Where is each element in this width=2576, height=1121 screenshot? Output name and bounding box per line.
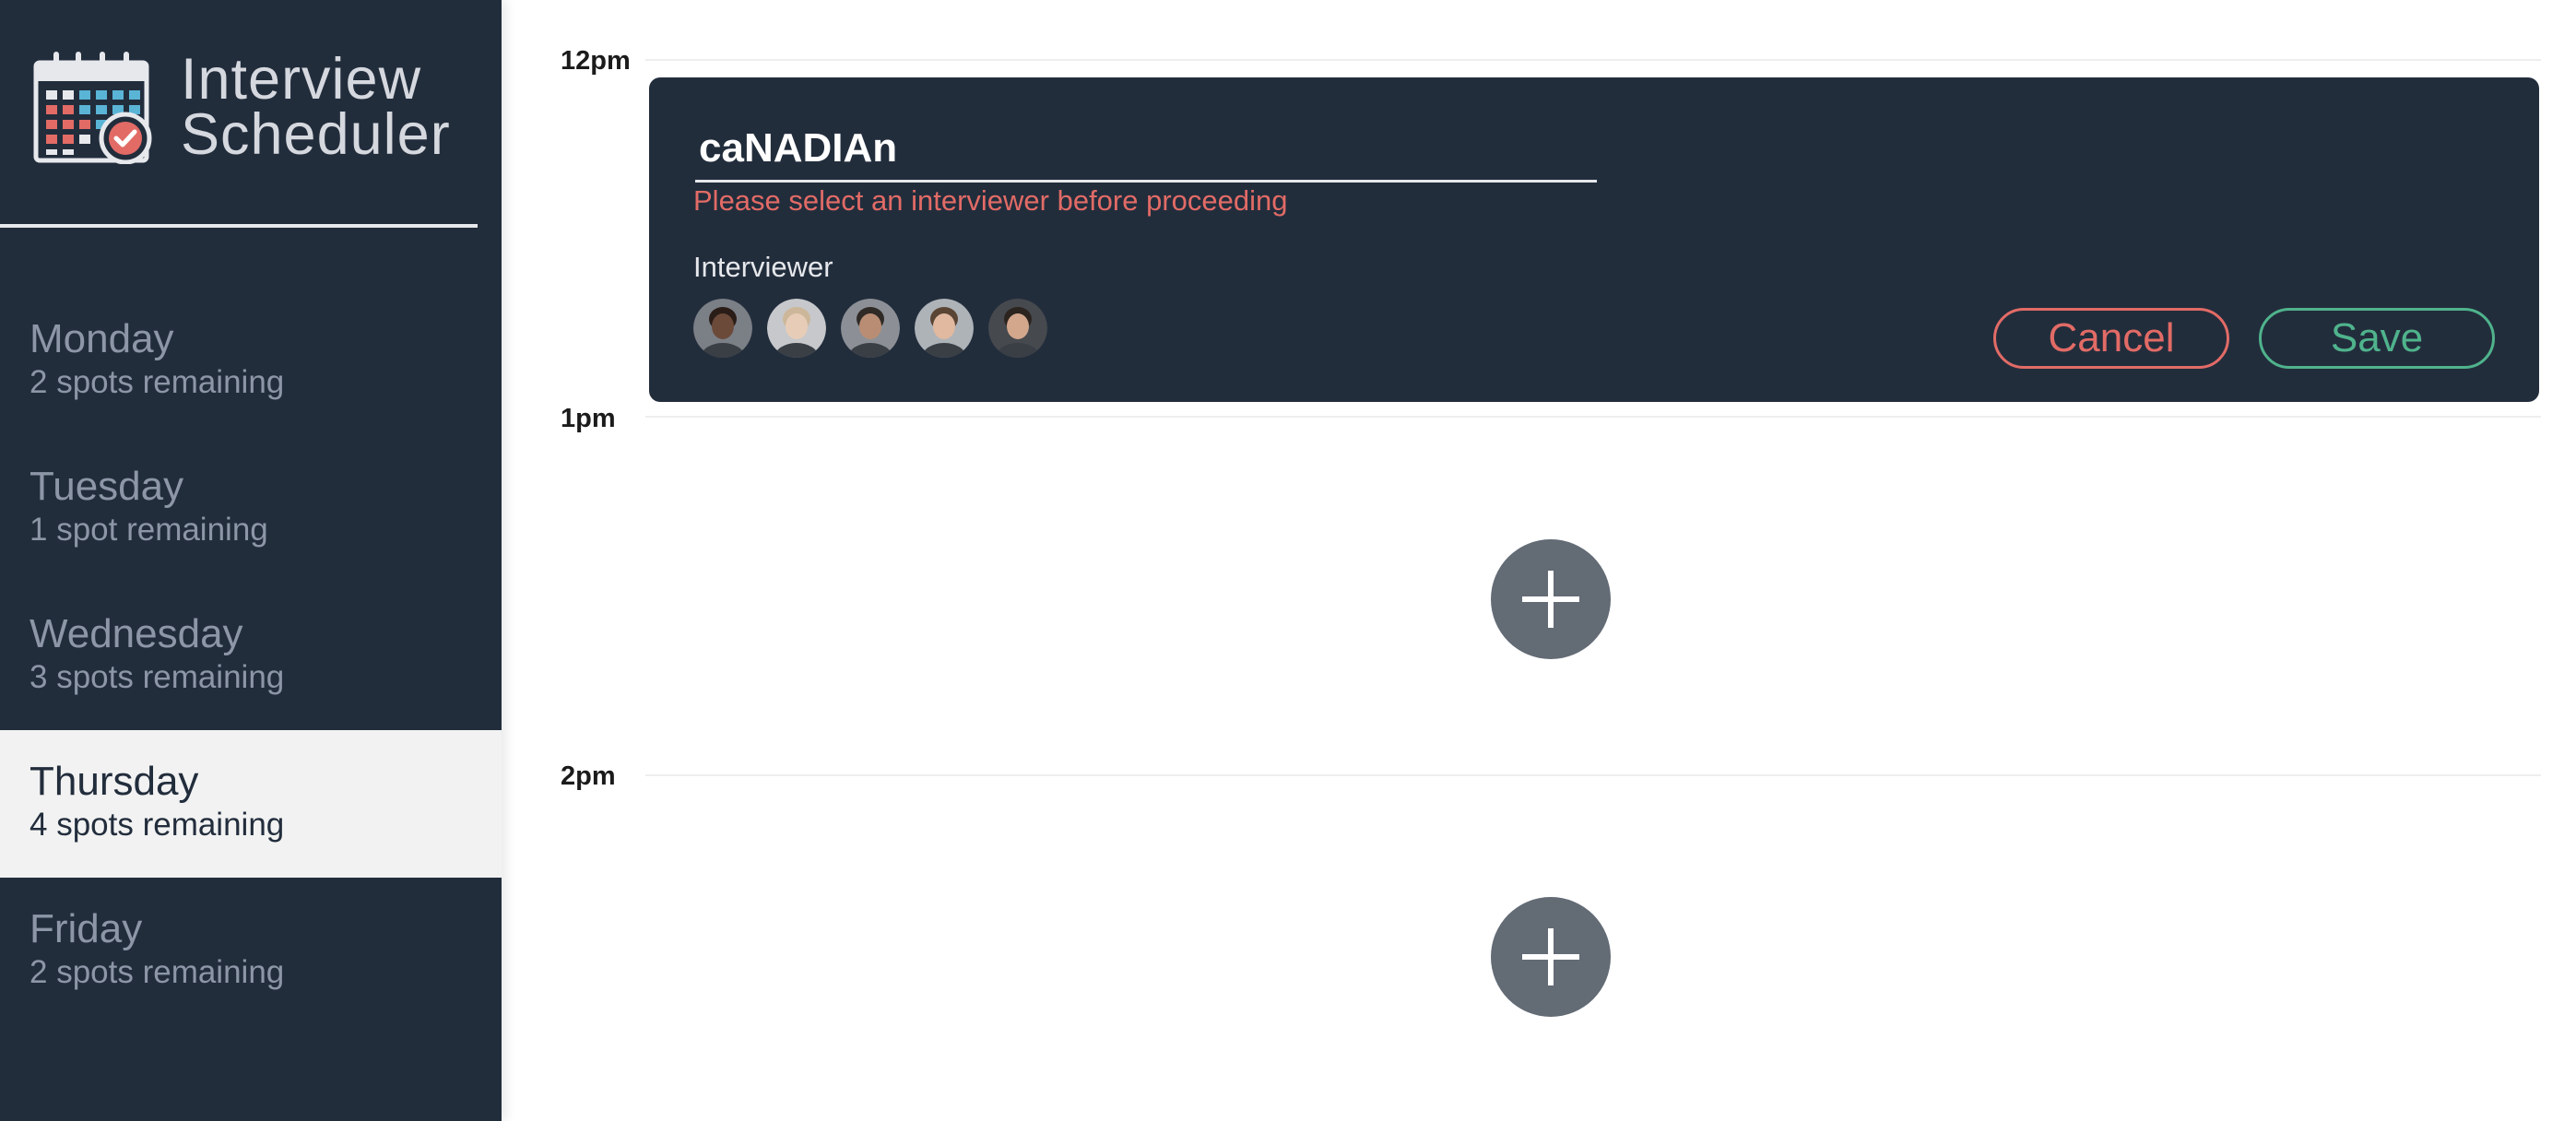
day-list: Monday 2 spots remaining Tuesday 1 spot … xyxy=(0,288,502,1025)
day-name: Tuesday xyxy=(30,464,184,509)
time-label-12pm: 12pm xyxy=(561,46,631,76)
time-divider xyxy=(645,416,2541,418)
avatar-icon[interactable] xyxy=(841,299,900,358)
avatar-face-icon xyxy=(767,299,826,358)
day-spots: 3 spots remaining xyxy=(30,659,285,695)
plus-icon xyxy=(1522,571,1579,628)
day-item-wednesday[interactable]: Wednesday 3 spots remaining xyxy=(0,583,502,730)
day-item-tuesday[interactable]: Tuesday 1 spot remaining xyxy=(0,435,502,583)
day-name: Wednesday xyxy=(30,611,243,656)
calendar-check-icon xyxy=(33,52,152,164)
student-name-input[interactable] xyxy=(695,116,1597,183)
time-label-1pm: 1pm xyxy=(561,404,616,433)
form-actions: Cancel Save xyxy=(1993,308,2495,369)
day-spots: 2 spots remaining xyxy=(30,364,285,400)
add-appointment-button[interactable] xyxy=(1491,539,1611,659)
brand: Interview Scheduler xyxy=(33,50,451,164)
time-divider xyxy=(645,774,2541,776)
avatar-icon[interactable] xyxy=(915,299,974,358)
time-label-2pm: 2pm xyxy=(561,761,616,791)
day-name: Friday xyxy=(30,906,143,951)
avatar-face-icon xyxy=(693,299,752,358)
avatar-face-icon xyxy=(988,299,1047,358)
app: Interview Scheduler Monday 2 spots remai… xyxy=(0,0,2576,1121)
avatar-icon[interactable] xyxy=(767,299,826,358)
day-item-thursday[interactable]: Thursday 4 spots remaining xyxy=(0,730,502,878)
day-spots: 2 spots remaining xyxy=(30,954,285,990)
app-title-line2: Scheduler xyxy=(181,102,451,167)
schedule: 12pm Please select an interviewer before… xyxy=(502,0,2576,1121)
avatar-icon[interactable] xyxy=(988,299,1047,358)
day-spots: 4 spots remaining xyxy=(30,807,285,843)
day-item-monday[interactable]: Monday 2 spots remaining xyxy=(0,288,502,435)
validation-error: Please select an interviewer before proc… xyxy=(693,184,1288,217)
cancel-button[interactable]: Cancel xyxy=(1993,308,2229,369)
app-title-line1: Interview xyxy=(181,47,422,112)
add-appointment-button[interactable] xyxy=(1491,897,1611,1017)
sidebar-divider xyxy=(0,224,478,228)
sidebar: Interview Scheduler Monday 2 spots remai… xyxy=(0,0,502,1121)
time-divider xyxy=(645,59,2541,61)
appointment-form: Please select an interviewer before proc… xyxy=(649,77,2539,402)
day-spots: 1 spot remaining xyxy=(30,512,268,548)
day-name: Monday xyxy=(30,316,174,361)
interviewer-list xyxy=(693,299,1062,358)
avatar-icon[interactable] xyxy=(693,299,752,358)
save-button[interactable]: Save xyxy=(2259,308,2495,369)
day-item-friday[interactable]: Friday 2 spots remaining xyxy=(0,878,502,1025)
interviewer-heading: Interviewer xyxy=(693,251,833,283)
day-name: Thursday xyxy=(30,759,199,804)
avatar-face-icon xyxy=(841,299,900,358)
plus-icon xyxy=(1522,928,1579,985)
app-title: Interview Scheduler xyxy=(181,47,451,167)
avatar-face-icon xyxy=(915,299,974,358)
